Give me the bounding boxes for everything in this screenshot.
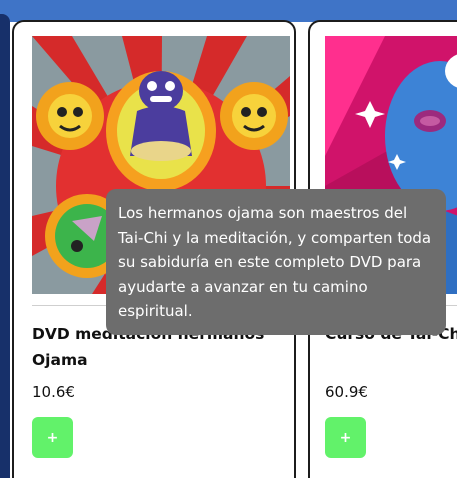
- product-price: 10.6€: [32, 383, 75, 401]
- previous-card-edge: [0, 14, 10, 478]
- page-background-band: [0, 0, 457, 22]
- add-to-cart-button[interactable]: +: [325, 417, 366, 458]
- product-price: 60.9€: [325, 383, 368, 401]
- product-grid: DVD meditación hermanos Ojama 10.6€ +: [0, 0, 457, 478]
- add-to-cart-button[interactable]: +: [32, 417, 73, 458]
- product-description-tooltip: Los hermanos ojama son maestros del Tai-…: [106, 189, 446, 335]
